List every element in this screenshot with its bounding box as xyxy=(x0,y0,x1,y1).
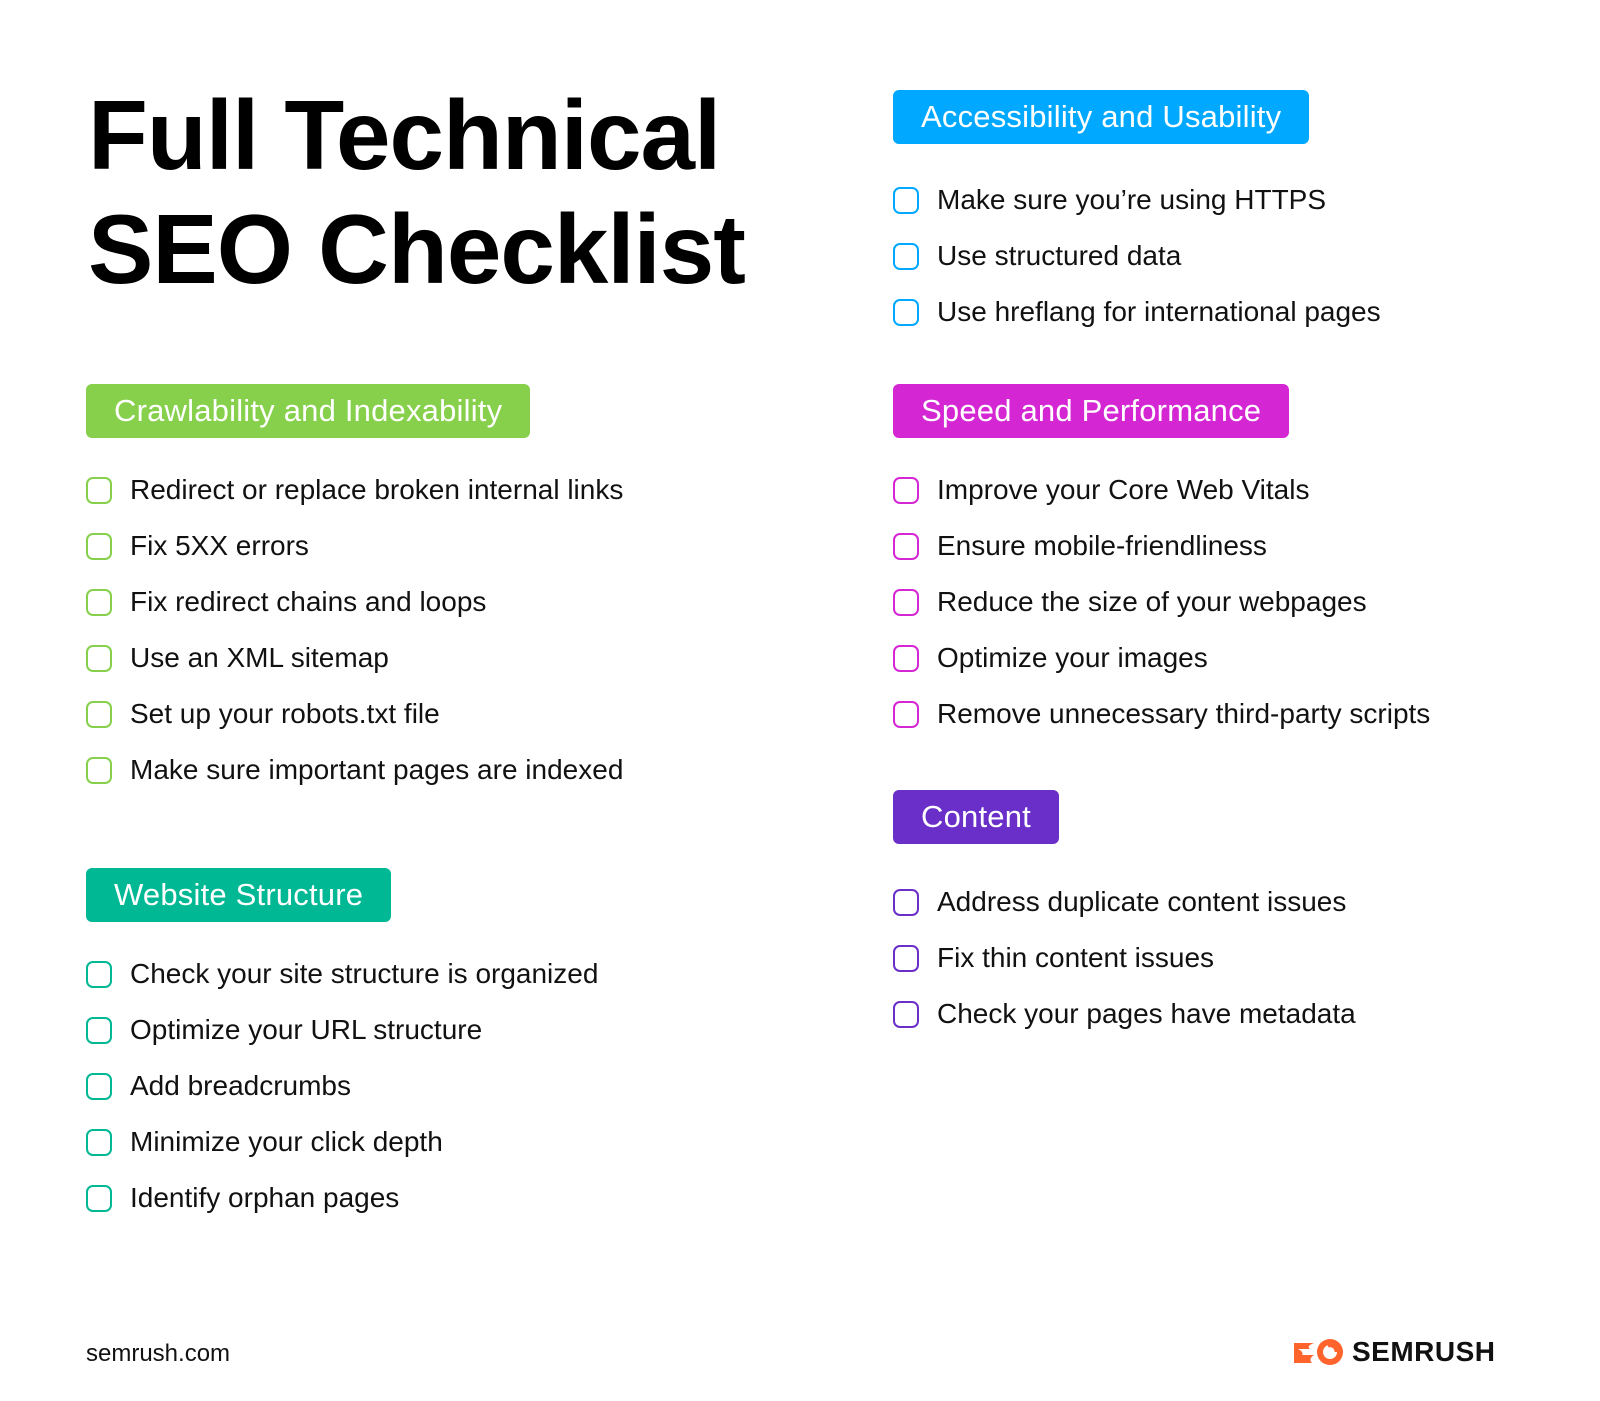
checklist-item: Improve your Core Web Vitals xyxy=(893,462,1430,518)
checklist-item: Use structured data xyxy=(893,228,1381,284)
checklist-item-label: Check your site structure is organized xyxy=(130,958,599,989)
checklist-item-label: Improve your Core Web Vitals xyxy=(937,474,1310,505)
checkbox[interactable] xyxy=(893,700,919,728)
checklist-item-label: Fix redirect chains and loops xyxy=(130,586,487,617)
checklist-item: Use an XML sitemap xyxy=(86,630,623,686)
checklist-item: Fix 5XX errors xyxy=(86,518,623,574)
checklist-accessibility: Make sure you’re using HTTPS Use structur… xyxy=(893,172,1381,340)
checklist-item: Make sure you’re using HTTPS xyxy=(893,172,1381,228)
checklist-item: Fix thin content issues xyxy=(893,930,1356,986)
checklist-item-label: Use an XML sitemap xyxy=(130,642,389,673)
checklist-item-label: Optimize your URL structure xyxy=(130,1014,483,1045)
checkbox[interactable] xyxy=(893,644,919,672)
checkbox[interactable] xyxy=(86,532,112,560)
checklist-item: Set up your robots.txt file xyxy=(86,686,623,742)
checklist-crawlability: Redirect or replace broken internal link… xyxy=(86,462,623,798)
checklist-item-label: Set up your robots.txt file xyxy=(130,698,440,729)
brand-name: SEMRUSH xyxy=(1352,1336,1496,1367)
semrush-fireball-icon xyxy=(1294,1339,1343,1365)
checklist-item-label: Ensure mobile-friendliness xyxy=(937,530,1267,561)
section-badge-accessibility: Accessibility and Usability xyxy=(893,90,1310,144)
checklist-item: Minimize your click depth xyxy=(86,1114,598,1170)
checklist-item: Check your pages have metadata xyxy=(893,986,1356,1042)
checklist-item: Make sure important pages are indexed xyxy=(86,742,623,798)
checklist-item-label: Use hreflang for international pages xyxy=(937,296,1381,327)
section-accessibility: Accessibility and Usability Make sure yo… xyxy=(893,90,1381,340)
checklist-item-label: Identify orphan pages xyxy=(130,1182,400,1213)
checkbox[interactable] xyxy=(86,960,112,988)
checkbox[interactable] xyxy=(86,1016,112,1044)
checklist-speed: Improve your Core Web Vitals Ensure mobil… xyxy=(893,462,1430,742)
title-line-1: Full Technical xyxy=(88,80,721,190)
page-title: Full Technical SEO Checklist xyxy=(88,78,746,306)
checkbox[interactable] xyxy=(893,298,919,326)
checklist-item-label: Fix 5XX errors xyxy=(130,530,309,561)
section-crawlability: Crawlability and Indexability Redirect o… xyxy=(86,384,623,798)
title-line-2: SEO Checklist xyxy=(88,194,746,304)
checkbox[interactable] xyxy=(86,1128,112,1156)
checkbox[interactable] xyxy=(893,242,919,270)
checklist-item-label: Check your pages have metadata xyxy=(937,998,1356,1029)
checkbox[interactable] xyxy=(86,756,112,784)
checkbox[interactable] xyxy=(893,532,919,560)
checkbox[interactable] xyxy=(893,186,919,214)
section-speed: Speed and Performance Improve your Core … xyxy=(893,384,1430,742)
checklist-item-label: Remove unnecessary third-party scripts xyxy=(937,698,1431,729)
checklist-item: Fix redirect chains and loops xyxy=(86,574,623,630)
checkbox[interactable] xyxy=(86,588,112,616)
checkbox[interactable] xyxy=(86,1184,112,1212)
checkbox[interactable] xyxy=(893,476,919,504)
checklist-item: Use hreflang for international pages xyxy=(893,284,1381,340)
section-badge-crawlability: Crawlability and Indexability xyxy=(86,384,531,438)
checklist-item: Optimize your images xyxy=(893,630,1430,686)
checklist-item: Remove unnecessary third-party scripts xyxy=(893,686,1430,742)
checklist-website-structure: Check your site structure is organized Op… xyxy=(86,946,598,1226)
checkbox[interactable] xyxy=(893,888,919,916)
checkbox[interactable] xyxy=(893,588,919,616)
checklist-item-label: Use structured data xyxy=(937,240,1182,271)
checklist-item: Redirect or replace broken internal link… xyxy=(86,462,623,518)
checkbox[interactable] xyxy=(86,700,112,728)
checklist-item-label: Redirect or replace broken internal link… xyxy=(130,474,624,505)
checkbox[interactable] xyxy=(86,1072,112,1100)
checklist-item-label: Minimize your click depth xyxy=(130,1126,443,1157)
checkbox[interactable] xyxy=(86,644,112,672)
section-badge-website-structure: Website Structure xyxy=(86,868,392,922)
checkbox[interactable] xyxy=(86,476,112,504)
checklist-item-label: Address duplicate content issues xyxy=(937,886,1347,917)
checklist-item: Reduce the size of your webpages xyxy=(893,574,1430,630)
semrush-logo: SEMRUSH xyxy=(1292,1336,1496,1368)
section-content: Content Address duplicate content issues… xyxy=(893,790,1356,1042)
checklist-item-label: Add breadcrumbs xyxy=(130,1070,352,1101)
checklist-item-label: Make sure you’re using HTTPS xyxy=(937,184,1327,215)
checklist-item-label: Fix thin content issues xyxy=(937,942,1215,973)
checklist-item: Address duplicate content issues xyxy=(893,874,1356,930)
checklist-item-label: Make sure important pages are indexed xyxy=(130,754,624,785)
checklist-item-label: Reduce the size of your webpages xyxy=(937,586,1367,617)
checkbox[interactable] xyxy=(893,1000,919,1028)
section-badge-content: Content xyxy=(893,790,1059,844)
footer-url: semrush.com xyxy=(86,1340,231,1367)
checklist-item: Check your site structure is organized xyxy=(86,946,598,1002)
checklist-item: Ensure mobile-friendliness xyxy=(893,518,1430,574)
checklist-item: Identify orphan pages xyxy=(86,1170,598,1226)
section-website-structure: Website Structure Check your site struct… xyxy=(86,868,598,1226)
checklist-item-label: Optimize your images xyxy=(937,642,1208,673)
checklist-item: Optimize your URL structure xyxy=(86,1002,598,1058)
checklist-content: Address duplicate content issues Fix thin… xyxy=(893,874,1356,1042)
section-badge-speed: Speed and Performance xyxy=(893,384,1290,438)
checkbox[interactable] xyxy=(893,944,919,972)
checklist-item: Add breadcrumbs xyxy=(86,1058,598,1114)
